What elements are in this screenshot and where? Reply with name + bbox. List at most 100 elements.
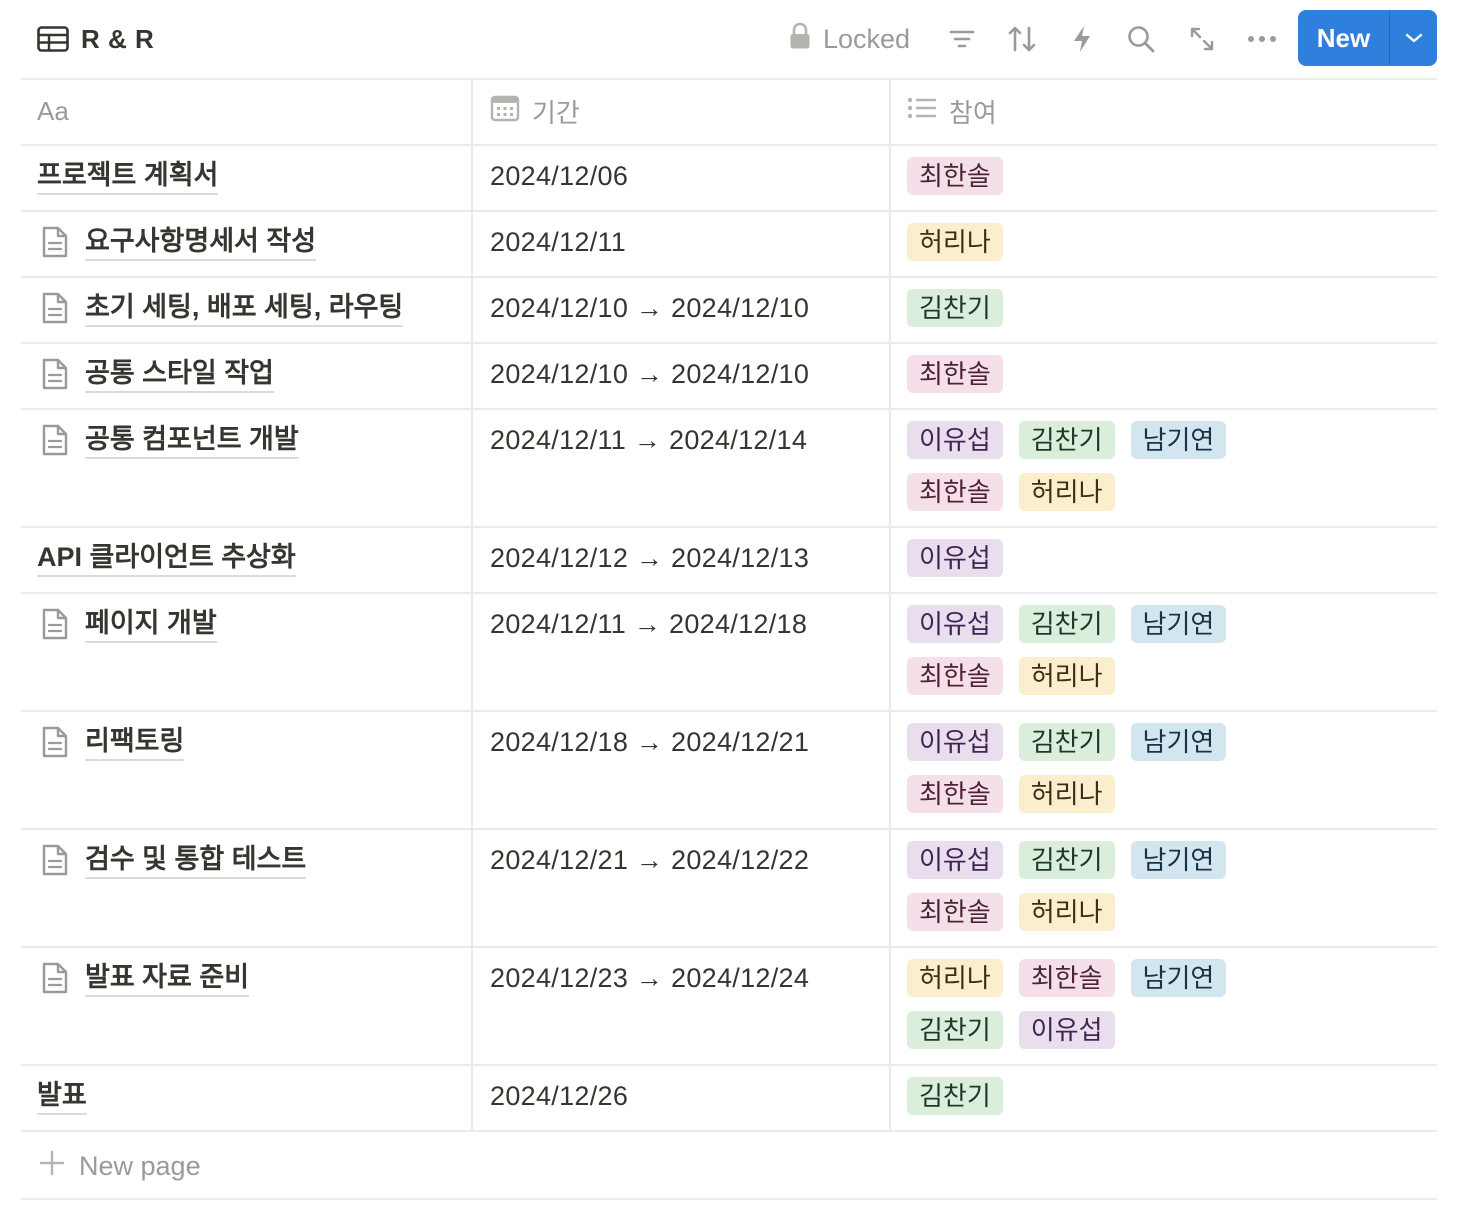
table-row[interactable]: 발표 2024/12/26 김찬기 bbox=[21, 1064, 1437, 1130]
row-members-cell[interactable]: 허리나 bbox=[907, 223, 1257, 261]
row-name-cell[interactable]: 발표 자료 준비 bbox=[37, 959, 250, 997]
member-tag[interactable]: 김찬기 bbox=[1018, 841, 1115, 879]
member-tag[interactable]: 허리나 bbox=[907, 223, 1003, 261]
row-name-text[interactable]: 초기 세팅, 배포 세팅, 라우팅 bbox=[85, 289, 404, 327]
new-dropdown-chevron-icon[interactable] bbox=[1390, 10, 1437, 66]
member-tag[interactable]: 남기연 bbox=[1130, 421, 1227, 459]
row-name-cell[interactable]: 검수 및 통합 테스트 bbox=[37, 841, 307, 879]
row-date-cell[interactable]: 2024/12/12 → 2024/12/13 bbox=[490, 541, 809, 575]
member-tag[interactable]: 이유섭 bbox=[907, 539, 1003, 577]
table-row[interactable]: 요구사항명세서 작성 2024/12/11 허리나 bbox=[21, 210, 1437, 276]
member-tag[interactable]: 최한솔 bbox=[907, 157, 1003, 195]
row-name-cell[interactable]: 리팩토링 bbox=[37, 723, 185, 761]
member-tag[interactable]: 허리나 bbox=[1018, 473, 1115, 511]
row-date-cell[interactable]: 2024/12/11 → 2024/12/18 bbox=[490, 607, 807, 641]
row-date-cell[interactable]: 2024/12/06 bbox=[490, 159, 628, 193]
row-name-cell[interactable]: 프로젝트 계획서 bbox=[37, 157, 219, 195]
row-name-cell[interactable]: 초기 세팅, 배포 세팅, 라우팅 bbox=[37, 289, 404, 327]
row-members-cell[interactable]: 이유섭 bbox=[907, 539, 1257, 577]
row-date-cell[interactable]: 2024/12/11 → 2024/12/14 bbox=[490, 423, 807, 457]
member-tag[interactable]: 이유섭 bbox=[907, 723, 1003, 761]
member-tag[interactable]: 최한솔 bbox=[907, 657, 1003, 695]
row-name-cell[interactable]: 공통 스타일 작업 bbox=[37, 355, 274, 393]
row-date-cell[interactable]: 2024/12/23 → 2024/12/24 bbox=[490, 961, 809, 995]
expand-icon[interactable] bbox=[1183, 20, 1221, 58]
member-tag[interactable]: 김찬기 bbox=[907, 1011, 1003, 1049]
row-members-cell[interactable]: 이유섭 김찬기 남기연최한솔 허리나 bbox=[907, 605, 1257, 695]
row-name-cell[interactable]: 페이지 개발 bbox=[37, 605, 217, 643]
new-page-row[interactable]: New page bbox=[39, 1146, 201, 1186]
member-tag[interactable]: 김찬기 bbox=[1018, 723, 1115, 761]
member-tag[interactable]: 최한솔 bbox=[907, 355, 1003, 393]
table-row[interactable]: 프로젝트 계획서 2024/12/06 최한솔 bbox=[21, 144, 1437, 210]
table-row[interactable]: 리팩토링 2024/12/18 → 2024/12/21 이유섭 김찬기 남기연최한솔 허… bbox=[21, 710, 1437, 828]
member-tag[interactable]: 최한솔 bbox=[907, 473, 1003, 511]
row-name-text[interactable]: 요구사항명세서 작성 bbox=[85, 223, 317, 261]
member-tag[interactable]: 최한솔 bbox=[1018, 959, 1115, 997]
row-name-text[interactable]: 발표 bbox=[37, 1077, 87, 1115]
table-row[interactable]: 발표 자료 준비 2024/12/23 → 2024/12/24 허리나 최한솔 남기연… bbox=[21, 946, 1437, 1064]
member-tag[interactable]: 허리나 bbox=[907, 959, 1003, 997]
new-button-label[interactable]: New bbox=[1298, 10, 1390, 66]
row-name-text[interactable]: 공통 컴포넌트 개발 bbox=[85, 421, 299, 459]
column-header-date[interactable]: 기간 bbox=[490, 78, 580, 144]
row-name-text[interactable]: 검수 및 통합 테스트 bbox=[85, 841, 307, 879]
row-members-cell[interactable]: 최한솔 bbox=[907, 355, 1257, 393]
row-name-cell[interactable]: API 클라이언트 추상화 bbox=[37, 539, 296, 577]
column-header-members[interactable]: 참여 bbox=[907, 78, 997, 144]
row-name-cell[interactable]: 발표 bbox=[37, 1077, 87, 1115]
row-members-cell[interactable]: 이유섭 김찬기 남기연최한솔 허리나 bbox=[907, 841, 1257, 931]
member-tag[interactable]: 김찬기 bbox=[1018, 605, 1115, 643]
member-tag[interactable]: 허리나 bbox=[1018, 893, 1115, 931]
table-row[interactable]: API 클라이언트 추상화 2024/12/12 → 2024/12/13 이유섭 bbox=[21, 526, 1437, 592]
member-tag[interactable]: 남기연 bbox=[1130, 841, 1227, 879]
table-row[interactable]: 공통 컴포넌트 개발 2024/12/11 → 2024/12/14 이유섭 김찬기 남… bbox=[21, 408, 1437, 526]
filter-icon[interactable] bbox=[943, 20, 981, 58]
database-title[interactable]: R & R bbox=[37, 22, 154, 56]
row-members-cell[interactable]: 최한솔 bbox=[907, 157, 1257, 195]
member-tag[interactable]: 이유섭 bbox=[907, 841, 1003, 879]
member-tag[interactable]: 김찬기 bbox=[907, 1077, 1003, 1115]
row-members-cell[interactable]: 이유섭 김찬기 남기연최한솔 허리나 bbox=[907, 421, 1257, 511]
table-row[interactable]: 공통 스타일 작업 2024/12/10 → 2024/12/10 최한솔 bbox=[21, 342, 1437, 408]
row-name-cell[interactable]: 요구사항명세서 작성 bbox=[37, 223, 317, 261]
row-members-cell[interactable]: 김찬기 bbox=[907, 289, 1257, 327]
member-tag[interactable]: 허리나 bbox=[1018, 657, 1115, 695]
row-date-cell[interactable]: 2024/12/10 → 2024/12/10 bbox=[490, 357, 809, 391]
row-name-cell[interactable]: 공통 컴포넌트 개발 bbox=[37, 421, 299, 459]
column-header-name[interactable]: Aa bbox=[37, 78, 69, 144]
member-tag[interactable]: 남기연 bbox=[1130, 959, 1227, 997]
locked-indicator[interactable]: Locked bbox=[789, 20, 910, 58]
row-name-text[interactable]: 리팩토링 bbox=[85, 723, 185, 761]
member-tag[interactable]: 남기연 bbox=[1130, 605, 1227, 643]
member-tag[interactable]: 허리나 bbox=[1018, 775, 1115, 813]
member-tag[interactable]: 이유섭 bbox=[1018, 1011, 1115, 1049]
row-name-text[interactable]: 프로젝트 계획서 bbox=[37, 157, 219, 195]
row-members-cell[interactable]: 김찬기 bbox=[907, 1077, 1257, 1115]
row-date-cell[interactable]: 2024/12/11 bbox=[490, 225, 626, 259]
member-tag[interactable]: 이유섭 bbox=[907, 421, 1003, 459]
search-icon[interactable] bbox=[1122, 20, 1160, 58]
row-date-cell[interactable]: 2024/12/26 bbox=[490, 1079, 628, 1113]
member-tag[interactable]: 김찬기 bbox=[907, 289, 1003, 327]
member-tag[interactable]: 최한솔 bbox=[907, 775, 1003, 813]
table-row[interactable]: 초기 세팅, 배포 세팅, 라우팅 2024/12/10 → 2024/12/10… bbox=[21, 276, 1437, 342]
more-options-icon[interactable] bbox=[1243, 20, 1281, 58]
row-date-cell[interactable]: 2024/12/21 → 2024/12/22 bbox=[490, 843, 809, 877]
row-name-text[interactable]: 페이지 개발 bbox=[85, 605, 217, 643]
sort-icon[interactable] bbox=[1003, 20, 1041, 58]
row-members-cell[interactable]: 허리나 최한솔 남기연김찬기 이유섭 bbox=[907, 959, 1257, 1049]
row-name-text[interactable]: 발표 자료 준비 bbox=[85, 959, 250, 997]
row-date-cell[interactable]: 2024/12/18 → 2024/12/21 bbox=[490, 725, 809, 759]
table-row[interactable]: 검수 및 통합 테스트 2024/12/21 → 2024/12/22 이유섭 김찬기… bbox=[21, 828, 1437, 946]
new-button[interactable]: New bbox=[1298, 10, 1437, 66]
member-tag[interactable]: 최한솔 bbox=[907, 893, 1003, 931]
table-row[interactable]: 페이지 개발 2024/12/11 → 2024/12/18 이유섭 김찬기 남기연최한… bbox=[21, 592, 1437, 710]
row-name-text[interactable]: API 클라이언트 추상화 bbox=[37, 539, 296, 577]
row-members-cell[interactable]: 이유섭 김찬기 남기연최한솔 허리나 bbox=[907, 723, 1257, 813]
row-date-cell[interactable]: 2024/12/10 → 2024/12/10 bbox=[490, 291, 809, 325]
member-tag[interactable]: 김찬기 bbox=[1018, 421, 1115, 459]
automation-bolt-icon[interactable] bbox=[1063, 20, 1101, 58]
member-tag[interactable]: 남기연 bbox=[1130, 723, 1227, 761]
member-tag[interactable]: 이유섭 bbox=[907, 605, 1003, 643]
